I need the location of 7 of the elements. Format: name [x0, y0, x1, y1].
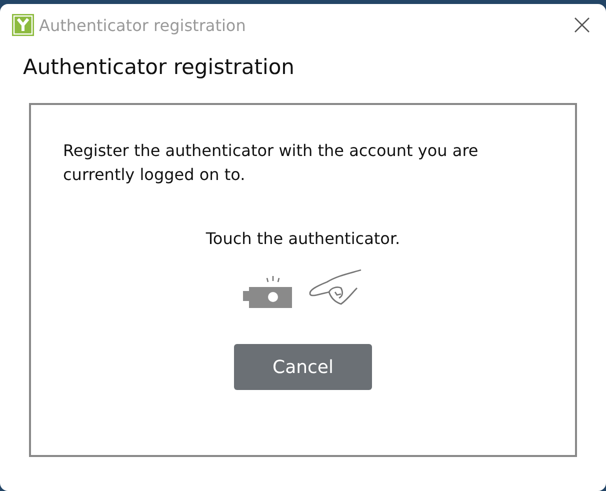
dialog-heading: Authenticator registration: [23, 55, 296, 81]
cancel-button[interactable]: Cancel: [234, 344, 372, 390]
window-title: Authenticator registration: [39, 16, 246, 34]
instruction-text: Register the authenticator with the account you are currently logged on to.: [63, 140, 480, 186]
app-logo-icon: [12, 14, 34, 36]
security-key-icon: [243, 276, 293, 308]
prompt-text: Touch the authenticator.: [206, 229, 400, 248]
